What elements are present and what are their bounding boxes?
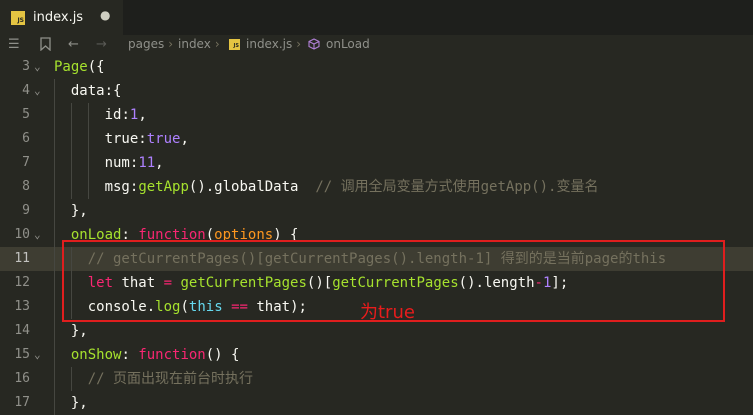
code-text: }, [54,319,88,343]
code-token: // 调用全局变量方式使用getApp().变量名 [315,179,599,195]
code-token: num [104,155,130,171]
code-token: () { [205,347,240,363]
code-token: id [104,107,122,123]
code-text: }, [54,391,88,415]
code-token: .globalData [205,179,316,195]
bookmark-icon[interactable] [40,37,51,55]
line-number: 8 [22,179,30,194]
code-token: true [104,131,139,147]
code-token: msg [104,179,130,195]
code-token: : [121,347,139,363]
code-token: true [146,131,181,147]
code-line[interactable]: 15 ⌄ onShow: function() { [0,343,753,367]
code-token: ({ [87,59,105,75]
code-token: :{ [104,83,122,99]
code-token: }, [70,395,88,411]
line-number: 16 [14,371,30,386]
breadcrumb: ☰ ← → pages › index › JS index.js › onLoad [0,35,753,55]
code-line[interactable]: 6 true:true, [0,127,753,151]
code-line[interactable]: 9 }, [0,199,753,223]
code-line[interactable]: 7 num:11, [0,151,753,175]
line-number: 11 [14,251,30,266]
line-number: 7 [22,155,30,170]
code-token: : [121,107,130,123]
code-token: onShow [70,347,122,363]
forward-arrow-icon[interactable]: → [96,37,107,52]
code-token: // 页面出现在前台时执行 [87,371,254,387]
code-line[interactable]: 16 // 页面出现在前台时执行 [0,367,753,391]
js-file-icon: JS [11,10,25,25]
js-file-icon: JS [229,39,240,50]
code-token: getApp [138,179,189,195]
method-cube-icon [308,38,320,50]
code-token: , [155,155,164,171]
code-token: }, [70,203,88,219]
tab-index-js[interactable]: JS index.js ● [0,0,124,35]
code-token: data [70,83,105,99]
code-text: id:1, [54,103,147,127]
tab-title: index.js [33,10,84,25]
code-token: () [188,179,206,195]
code-text: msg:getApp().globalData // 调用全局变量方式使用get… [54,175,599,199]
line-number: 15 [14,347,30,362]
line-number: 12 [14,275,30,290]
code-line[interactable]: 3 ⌄ Page({ [0,55,753,79]
fold-chevron-icon[interactable]: ⌄ [34,223,41,247]
code-text: data:{ [54,79,122,103]
back-arrow-icon[interactable]: ← [68,37,79,52]
code-text: num:11, [54,151,164,175]
line-number: 4 [22,83,30,98]
line-number: 3 [22,59,30,74]
fold-chevron-icon[interactable]: ⌄ [34,343,41,367]
code-token: , [138,107,147,123]
line-number: 6 [22,131,30,146]
code-token: : [138,131,147,147]
code-line[interactable]: 17 }, [0,391,753,415]
fold-chevron-icon[interactable]: ⌄ [34,55,41,79]
code-line[interactable]: 8 msg:getApp().globalData // 调用全局变量方式使用g… [0,175,753,199]
code-editor[interactable]: 3 ⌄ Page({4 ⌄ data:{5 id:1, 6 true:true, 7 nu… [0,55,753,415]
breadcrumb-index[interactable]: index › [178,37,224,51]
code-line[interactable]: 4 ⌄ data:{ [0,79,753,103]
code-text: true:true, [54,127,189,151]
code-token: Page [54,59,88,75]
line-number: 5 [22,107,30,122]
code-text: onShow: function() { [54,343,240,367]
line-number: 13 [14,299,30,314]
fold-chevron-icon[interactable]: ⌄ [34,79,41,103]
code-text: Page({ [54,55,105,79]
code-token: function [138,347,206,363]
tab-bar: JS index.js ● [0,0,753,36]
menu-icon[interactable]: ☰ [8,37,20,52]
breadcrumb-file[interactable]: index.js › [246,37,305,51]
unsaved-dot-icon[interactable]: ● [100,8,110,22]
breadcrumb-symbol[interactable]: onLoad [326,37,370,51]
line-number: 9 [22,203,30,218]
line-number: 10 [14,227,30,242]
line-number: 14 [14,323,30,338]
code-token: 11 [138,155,156,171]
code-text: }, [54,199,88,223]
annotation-label: 为true [360,302,415,323]
breadcrumb-pages[interactable]: pages › [128,37,177,51]
code-token: , [180,131,189,147]
code-line[interactable]: 5 id:1, [0,103,753,127]
code-token: }, [70,323,88,339]
line-number: 17 [14,395,30,410]
code-text: // 页面出现在前台时执行 [54,367,253,391]
